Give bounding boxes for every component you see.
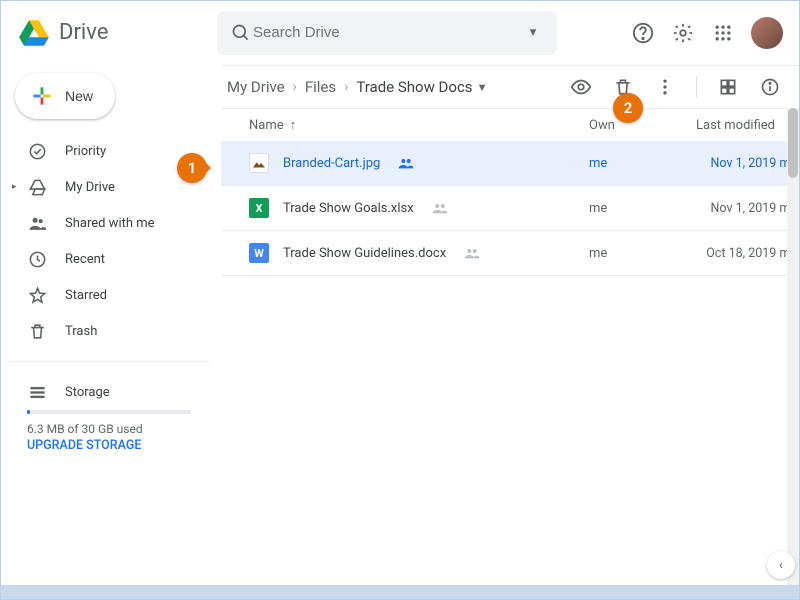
divider	[9, 361, 209, 362]
excel-file-icon: X	[249, 198, 269, 218]
file-modified: Nov 1, 2019 me	[711, 156, 800, 171]
priority-icon	[27, 141, 47, 161]
sidebar-item-label: Storage	[65, 385, 110, 400]
preview-icon[interactable]	[570, 76, 592, 98]
storage-used: 6.3 MB of 30 GB used	[27, 422, 209, 436]
trash-icon	[27, 321, 47, 341]
file-row[interactable]: X Trade Show Goals.xlsx me Nov 1, 2019 m…	[221, 186, 799, 231]
starred-icon	[27, 285, 47, 305]
account-avatar[interactable]	[751, 17, 783, 49]
breadcrumb: My Drive › Files › Trade Show Docs ▼	[227, 78, 487, 96]
divider	[696, 76, 697, 98]
sidebar-item-label: Starred	[65, 288, 107, 303]
callout-1: 1	[177, 153, 207, 183]
sidebar-item-label: Trash	[65, 324, 97, 339]
sidebar-item-label: Shared with me	[65, 216, 155, 231]
shared-icon	[432, 202, 448, 214]
word-file-icon: W	[249, 243, 269, 263]
sidebar-item-starred[interactable]: Starred	[9, 277, 209, 313]
chevron-down-icon: ▼	[477, 81, 488, 94]
bottom-scrollbar[interactable]	[1, 585, 799, 599]
breadcrumb-seg[interactable]: Files	[305, 78, 336, 96]
file-modified: Oct 18, 2019 me	[706, 246, 799, 261]
col-modified[interactable]: Last modified	[696, 118, 781, 133]
sidebar-item-shared[interactable]: Shared with me	[9, 205, 209, 241]
new-button-label: New	[65, 88, 93, 104]
new-button[interactable]: New	[15, 73, 115, 119]
storage-icon	[27, 382, 47, 402]
sidebar-item-recent[interactable]: Recent	[9, 241, 209, 277]
file-owner: me	[589, 246, 689, 261]
main: My Drive › Files › Trade Show Docs ▼	[221, 65, 799, 599]
storage-bar	[27, 410, 191, 414]
info-icon[interactable]	[759, 76, 781, 98]
file-row[interactable]: W Trade Show Guidelines.docx me Oct 18, …	[221, 231, 799, 276]
file-modified: Nov 1, 2019 me	[711, 201, 800, 216]
image-file-icon	[249, 153, 269, 173]
chevron-right-icon: ›	[293, 79, 297, 95]
help-icon[interactable]	[631, 21, 655, 45]
more-icon[interactable]	[654, 76, 676, 98]
col-name[interactable]: Name ↑	[249, 117, 589, 133]
my-drive-icon	[27, 177, 47, 197]
gear-icon[interactable]	[671, 21, 695, 45]
shared-icon	[27, 213, 47, 233]
search-options-icon[interactable]: ▾	[521, 21, 545, 45]
file-name: Trade Show Guidelines.docx	[283, 246, 446, 261]
file-owner: me	[589, 201, 689, 216]
breadcrumb-current[interactable]: Trade Show Docs ▼	[356, 78, 487, 96]
file-row[interactable]: Branded-Cart.jpg me Nov 1, 2019 me	[221, 141, 799, 186]
show-side-panel-button[interactable]: ‹	[767, 551, 795, 579]
sidebar-item-trash[interactable]: Trash	[9, 313, 209, 349]
plus-icon	[29, 83, 55, 109]
breadcrumb-seg[interactable]: My Drive	[227, 78, 285, 96]
upgrade-storage-link[interactable]: UPGRADE STORAGE	[27, 438, 209, 453]
recent-icon	[27, 249, 47, 269]
file-name: Trade Show Goals.xlsx	[283, 201, 414, 216]
col-owner[interactable]: Own	[589, 118, 689, 133]
sidebar-item-label: My Drive	[65, 180, 115, 195]
sort-asc-icon: ↑	[290, 117, 297, 133]
sidebar-item-label: Priority	[65, 144, 106, 159]
apps-icon[interactable]	[711, 21, 735, 45]
shared-icon	[398, 157, 414, 169]
scrollbar[interactable]	[787, 108, 799, 599]
search-icon[interactable]	[229, 21, 253, 45]
sidebar-item-label: Recent	[65, 252, 105, 267]
chevron-right-icon: ›	[344, 79, 348, 95]
column-header: Name ↑ Own Last modified	[221, 109, 799, 141]
file-name: Branded-Cart.jpg	[283, 156, 380, 171]
sidebar: New Priority My Drive Shared with me Rec…	[1, 65, 221, 599]
sidebar-item-storage[interactable]: Storage	[9, 374, 209, 410]
search-input[interactable]	[253, 24, 521, 41]
brand-name: Drive	[59, 20, 108, 45]
logo[interactable]: Drive	[17, 16, 217, 50]
header-actions	[631, 17, 783, 49]
header: Drive ▾	[1, 1, 799, 65]
search-bar[interactable]: ▾	[217, 11, 557, 55]
shared-icon	[464, 247, 480, 259]
callout-2: 2	[613, 93, 643, 123]
toolbar: My Drive › Files › Trade Show Docs ▼	[221, 66, 799, 109]
grid-view-icon[interactable]	[717, 76, 739, 98]
file-owner: me	[589, 156, 689, 171]
drive-logo-icon	[17, 16, 51, 50]
